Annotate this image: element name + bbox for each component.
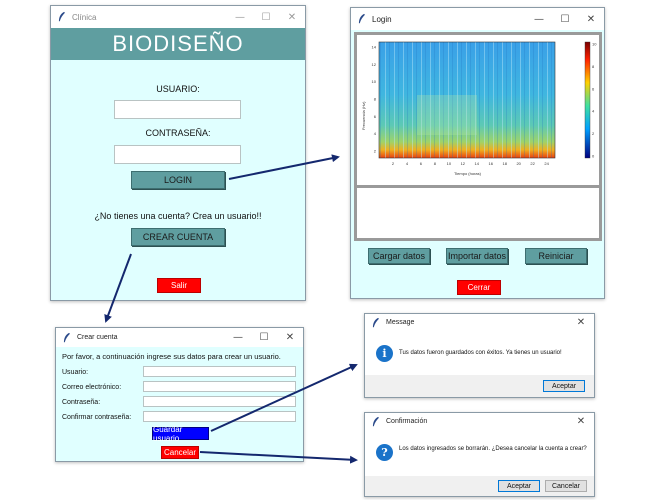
colorbar-tick-label: 0 [592, 154, 595, 159]
contrasena-label: CONTRASEÑA: [145, 128, 211, 138]
close-icon[interactable]: ✕ [279, 12, 305, 23]
spectrogram-band [417, 95, 477, 135]
minimize-icon[interactable]: — [526, 14, 552, 25]
aceptar-button[interactable]: Aceptar [543, 380, 585, 392]
maximize-icon[interactable]: ☐ [552, 14, 578, 25]
feather-icon [58, 11, 65, 22]
x-tick-label: 16 [489, 161, 494, 166]
confirmacion-text: Los datos ingresados se borrarán. ¿Desea… [399, 446, 587, 452]
confirmar-field-label: Confirmar contraseña: [62, 414, 132, 421]
correo-field-input[interactable] [143, 381, 296, 392]
y-tick-label: 2 [374, 149, 377, 154]
colorbar-tick-label: 4 [592, 109, 595, 114]
x-tick-label: 18 [502, 161, 507, 166]
colorbar-tick-label: 8 [592, 64, 595, 69]
contrasena-field-label: Contraseña: [62, 399, 101, 406]
colorbar-tick-label: 6 [592, 86, 595, 91]
close-icon[interactable]: ✕ [277, 332, 303, 343]
correo-field-label: Correo electrónico: [62, 384, 122, 391]
x-tick-label: 24 [544, 161, 549, 166]
y-tick-label: 6 [374, 114, 377, 119]
colorbar-tick-label: 2 [592, 131, 595, 136]
x-tick-label: 14 [475, 161, 480, 166]
cerrar-button[interactable]: Cerrar [457, 280, 501, 295]
aceptar-button[interactable]: Aceptar [498, 480, 540, 492]
minimize-icon[interactable]: — [225, 332, 251, 343]
spectrogram-plot: 1412108642 2 4 6 8 10 12 14 16 18 20 22 24 Frecuenc… [361, 41, 597, 177]
minimize-icon[interactable]: — [227, 12, 253, 23]
banner-title: BIODISEÑO [112, 31, 244, 56]
x-tick-label: 22 [530, 161, 535, 166]
feather-icon [372, 416, 379, 426]
window-title: Message [386, 319, 415, 326]
spectrogram-frame: 14 12 10 8 6 4 2 2 4 6 8 10 12 14 16 18 20 22 24 Frecuenc… [354, 32, 602, 188]
importar-datos-button[interactable]: Importar datos [446, 248, 508, 264]
contrasena-input[interactable] [114, 145, 241, 164]
crear-cuenta-window: Crear cuenta — ☐ ✕ Por favor, a continua… [55, 327, 304, 462]
message-dialog: Message ✕ i Tus datos fueron guardados c… [364, 313, 595, 398]
biodiseno-banner: BIODISEÑO [51, 28, 305, 60]
message-text: Tus datos fueron guardados con éxitos. Y… [399, 350, 562, 356]
y-tick-label: 12 [372, 62, 377, 67]
x-tick-label: 10 [447, 161, 452, 166]
usuario-input[interactable] [114, 100, 241, 119]
cargar-datos-button[interactable]: Cargar datos [368, 248, 430, 264]
contrasena-field-input[interactable] [143, 396, 296, 407]
output-textbox[interactable] [354, 185, 602, 241]
login-titlebar[interactable]: Login — ☐ ✕ [351, 8, 604, 30]
confirmacion-dialog: Confirmación ✕ ? Los datos ingresados se… [364, 412, 595, 497]
window-title: Confirmación [386, 418, 428, 425]
guardar-usuario-button[interactable]: Guardar usuario [152, 425, 209, 443]
x-tick-labels: 2 4 6 8 10 12 14 16 18 20 22 24 [392, 161, 550, 166]
message-titlebar[interactable]: Message ✕ [365, 314, 594, 331]
cancelar-button[interactable]: Cancelar [545, 480, 587, 492]
login-button[interactable]: LOGIN [131, 171, 225, 189]
instructions-text: Por favor, a continuación ingrese sus da… [62, 352, 281, 361]
x-tick-label: 6 [420, 161, 423, 166]
feather-icon [372, 317, 379, 327]
x-tick-label: 20 [516, 161, 521, 166]
y-tick-label: 14 [372, 45, 377, 50]
login-window: Login — ☐ ✕ 14 12 10 8 6 4 2 2 4 6 8 10 … [350, 7, 605, 299]
x-tick-label: 12 [461, 161, 466, 166]
maximize-icon[interactable]: ☐ [253, 12, 279, 23]
y-tick-label: 10 [372, 79, 377, 84]
window-title: Clínica [72, 12, 97, 22]
x-axis-label: Tiempo (horas) [454, 171, 482, 176]
crear-cuenta-button[interactable]: CREAR CUENTA [131, 228, 225, 246]
close-icon[interactable]: ✕ [568, 416, 594, 427]
colorbar [584, 41, 591, 159]
colorbar-tick-labels: 10 8 6 4 2 0 [592, 42, 597, 159]
clinica-window: Clínica — ☐ ✕ BIODISEÑO USUARIO: CONTRAS… [50, 5, 306, 301]
window-title: Crear cuenta [77, 334, 118, 341]
cancelar-button[interactable]: Cancelar [161, 446, 199, 459]
salir-button[interactable]: Salir [157, 278, 201, 293]
window-title: Login [372, 14, 392, 24]
colorbar-tick-label: 10 [592, 42, 597, 47]
x-tick-label: 8 [434, 161, 437, 166]
y-axis-label: Frecuencia (Hz) [361, 101, 366, 130]
crear-titlebar[interactable]: Crear cuenta — ☐ ✕ [56, 328, 303, 347]
clinica-titlebar[interactable]: Clínica — ☐ ✕ [51, 6, 305, 28]
reiniciar-button[interactable]: Reiniciar [525, 248, 587, 264]
y-tick-label: 8 [374, 97, 377, 102]
y-tick-label: 4 [374, 131, 377, 136]
x-tick-label: 4 [406, 161, 409, 166]
maximize-icon[interactable]: ☐ [251, 332, 277, 343]
x-tick-label: 2 [392, 161, 395, 166]
usuario-label: USUARIO: [156, 84, 200, 94]
confirmar-field-input[interactable] [143, 411, 296, 422]
confirmacion-titlebar[interactable]: Confirmación ✕ [365, 413, 594, 430]
usuario-field-label: Usuario: [62, 369, 89, 376]
close-icon[interactable]: ✕ [578, 14, 604, 25]
question-icon: ? [376, 444, 393, 461]
feather-icon [63, 332, 70, 342]
feather-icon [358, 13, 365, 24]
close-icon[interactable]: ✕ [568, 317, 594, 328]
y-tick-labels: 14 12 10 8 6 4 2 [372, 45, 377, 154]
info-icon: i [376, 345, 393, 362]
usuario-field-input[interactable] [143, 366, 296, 377]
no-account-text: ¿No tienes una cuenta? Crea un usuario!! [94, 211, 262, 221]
